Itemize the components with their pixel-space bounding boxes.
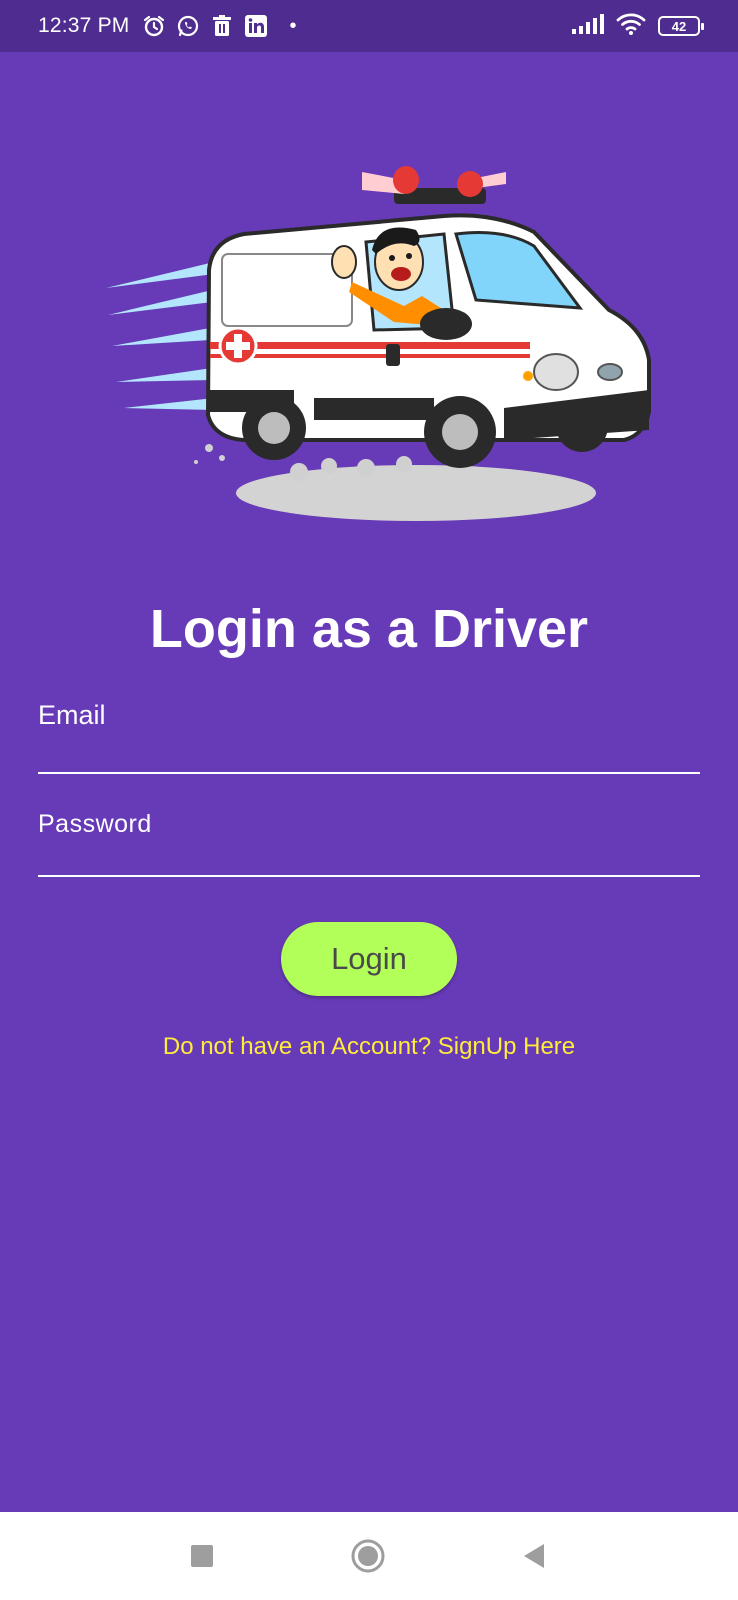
ambulance-driver-illustration: [104, 150, 664, 535]
signup-link[interactable]: Do not have an Account? SignUp Here: [0, 1033, 738, 1061]
battery-level: 42: [671, 18, 687, 34]
signal-icon: [572, 13, 604, 39]
status-bar: 12:37 PM • 42: [0, 0, 738, 52]
whatsapp-icon: [174, 12, 202, 40]
login-button[interactable]: Login: [281, 922, 457, 996]
trash-icon: [208, 12, 236, 40]
recents-button[interactable]: [172, 1512, 232, 1600]
password-label: Password: [38, 810, 152, 838]
wifi-icon: [616, 12, 646, 40]
password-underline: [38, 875, 700, 877]
more-notifications-dot: •: [289, 14, 297, 37]
password-field[interactable]: Password: [38, 810, 700, 878]
email-underline: [38, 772, 700, 774]
status-time: 12:37 PM: [38, 14, 130, 37]
back-button[interactable]: [504, 1512, 564, 1600]
circle-icon: [351, 1539, 385, 1573]
status-right: 42: [572, 0, 704, 52]
status-left: 12:37 PM •: [38, 0, 297, 52]
square-icon: [191, 1545, 213, 1567]
email-label: Email: [38, 700, 106, 730]
linkedin-icon: [242, 12, 270, 40]
triangle-back-icon: [524, 1544, 544, 1568]
battery-icon: 42: [658, 16, 704, 36]
alarm-icon: [140, 12, 168, 40]
home-button[interactable]: [338, 1512, 398, 1600]
system-nav-bar: [0, 1512, 738, 1600]
email-field[interactable]: Email: [38, 700, 700, 775]
page-title: Login as a Driver: [149, 599, 589, 659]
